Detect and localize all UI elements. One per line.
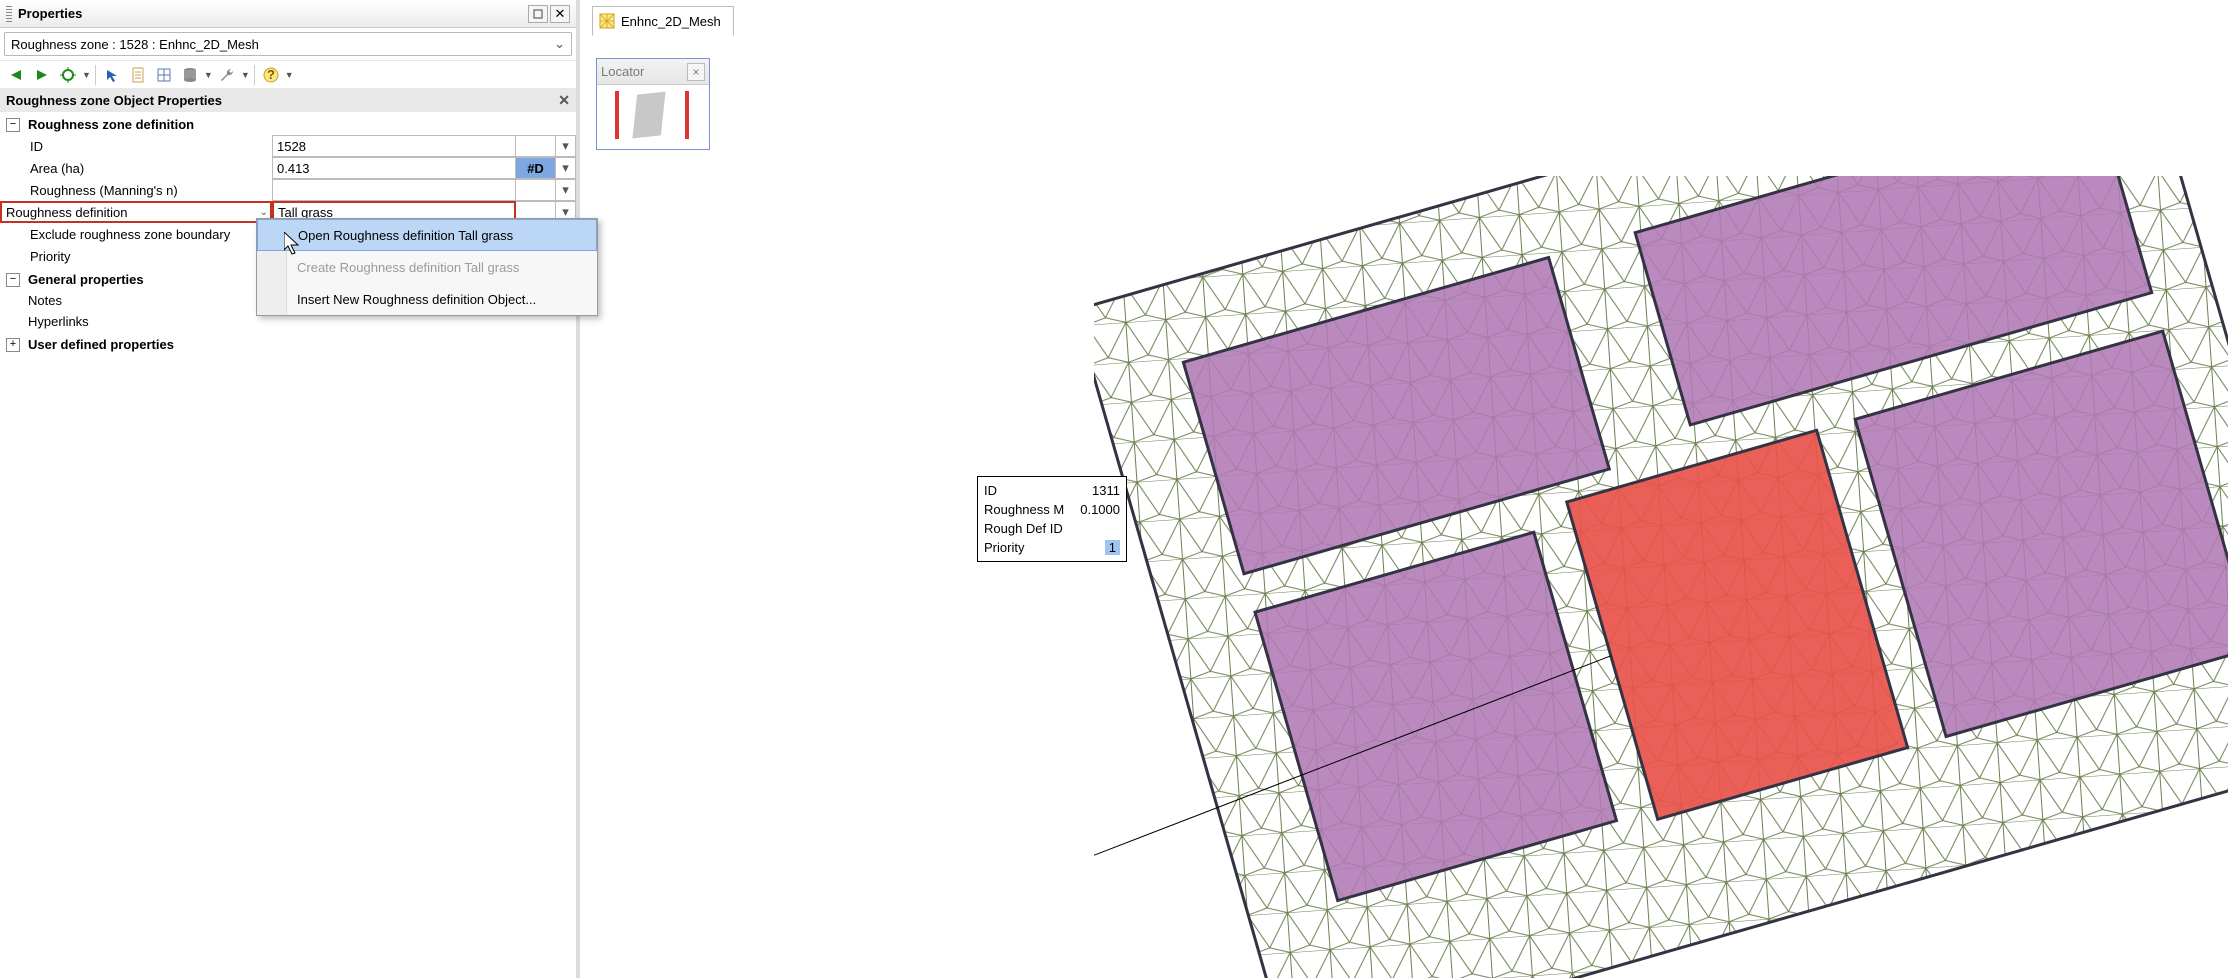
field-label-mannings: Roughness (Manning's n) (0, 179, 272, 201)
locator-close-button[interactable]: × (687, 63, 705, 81)
nav-forward-button[interactable] (30, 64, 54, 86)
ctx-insert-roughdef[interactable]: Insert New Roughness definition Object..… (257, 283, 597, 315)
locator-title: Locator (601, 64, 644, 79)
dropdown-arrow-icon[interactable]: ▼ (82, 70, 91, 80)
group-user: User defined properties (24, 337, 174, 352)
locator-body (597, 85, 709, 149)
pointer-button[interactable] (100, 64, 124, 86)
object-selector[interactable]: Roughness zone : 1528 : Enhnc_2D_Mesh ⌄ (4, 32, 572, 56)
field-notes[interactable]: Notes (24, 293, 62, 308)
restore-button[interactable] (528, 5, 548, 23)
locator-header: Locator × (597, 59, 709, 85)
field-dropdown-area[interactable]: ▾ (556, 157, 576, 179)
panel-title: Properties (18, 6, 526, 21)
viewer-body[interactable]: Locator × (584, 36, 2228, 978)
help-button[interactable]: ? (259, 64, 283, 86)
collapse-button[interactable]: − (6, 118, 20, 132)
expand-button[interactable]: + (6, 338, 20, 352)
close-section-button[interactable]: ✕ (558, 92, 570, 109)
collapse-button[interactable]: − (6, 273, 20, 287)
ctx-create-roughdef: Create Roughness definition Tall grass (257, 251, 597, 283)
group-roughness-definition: Roughness zone definition (24, 117, 194, 132)
locator-panel[interactable]: Locator × (596, 58, 710, 150)
locator-marker (685, 91, 689, 139)
section-header-text: Roughness zone Object Properties (6, 93, 222, 108)
svg-text:?: ? (267, 67, 275, 82)
database-button[interactable] (178, 64, 202, 86)
nav-back-button[interactable] (4, 64, 28, 86)
dropdown-arrow-icon[interactable]: ▼ (204, 70, 213, 80)
viewer-tab[interactable]: Enhnc_2D_Mesh (592, 6, 734, 36)
tooltip-id-value: 1311 (1092, 483, 1120, 498)
separator (95, 65, 96, 85)
document-button[interactable] (126, 64, 150, 86)
field-label-roughdef[interactable]: Roughness definition ⌄ (0, 201, 272, 223)
field-label-exclude: Exclude roughness zone boundary (0, 223, 272, 245)
field-label-area: Area (ha) (0, 157, 272, 179)
tooltip-roughdef-label: Rough Def ID (984, 521, 1063, 536)
dropdown-arrow-icon[interactable]: ▼ (285, 70, 294, 80)
wrench-button[interactable] (215, 64, 239, 86)
element-tooltip: ID 1311 Roughness M 0.1000 Rough Def ID … (977, 476, 1127, 562)
tooltip-roughm-value: 0.1000 (1080, 502, 1120, 517)
group-general: General properties (24, 272, 144, 287)
ctx-open-roughdef[interactable]: Open Roughness definition Tall grass (257, 219, 597, 251)
tooltip-priority-label: Priority (984, 540, 1024, 555)
chevron-down-icon: ⌄ (260, 207, 268, 218)
field-dropdown-mannings[interactable]: ▾ (556, 179, 576, 201)
properties-panel: Properties ✕ Roughness zone : 1528 : Enh… (0, 0, 580, 978)
mesh-canvas[interactable] (1094, 176, 2228, 978)
field-flag-area[interactable]: #D (516, 157, 556, 179)
close-button[interactable]: ✕ (550, 5, 570, 23)
grid-button[interactable] (152, 64, 176, 86)
tooltip-priority-value: 1 (1105, 540, 1120, 555)
object-selector-row: Roughness zone : 1528 : Enhnc_2D_Mesh ⌄ (0, 28, 576, 61)
grip-icon (6, 6, 12, 22)
field-label-priority: Priority (0, 245, 272, 267)
context-menu: Open Roughness definition Tall grass Cre… (256, 218, 598, 316)
field-hyperlinks[interactable]: Hyperlinks (24, 314, 89, 329)
mesh-icon (599, 13, 615, 29)
field-dropdown-id[interactable]: ▾ (556, 135, 576, 157)
viewer-pane: Enhnc_2D_Mesh Locator × (584, 0, 2228, 978)
section-header: Roughness zone Object Properties ✕ (0, 89, 576, 112)
locator-marker (615, 91, 619, 139)
target-button[interactable] (56, 64, 80, 86)
locator-extent (632, 92, 665, 139)
toolbar: ▼ ▼ ▼ ? ▼ (0, 61, 576, 89)
panel-titlebar: Properties ✕ (0, 0, 576, 28)
field-label-id: ID (0, 135, 272, 157)
separator (254, 65, 255, 85)
viewer-tab-label: Enhnc_2D_Mesh (621, 14, 721, 29)
field-value-mannings[interactable] (272, 179, 516, 201)
field-flag-mannings[interactable] (516, 179, 556, 201)
tooltip-id-label: ID (984, 483, 997, 498)
field-value-id[interactable]: 1528 (272, 135, 516, 157)
dropdown-arrow-icon[interactable]: ▼ (241, 70, 250, 80)
chevron-down-icon: ⌄ (554, 36, 565, 52)
tooltip-roughm-label: Roughness M (984, 502, 1064, 517)
field-flag-id[interactable] (516, 135, 556, 157)
object-selector-text: Roughness zone : 1528 : Enhnc_2D_Mesh (11, 37, 259, 52)
field-value-area[interactable]: 0.413 (272, 157, 516, 179)
